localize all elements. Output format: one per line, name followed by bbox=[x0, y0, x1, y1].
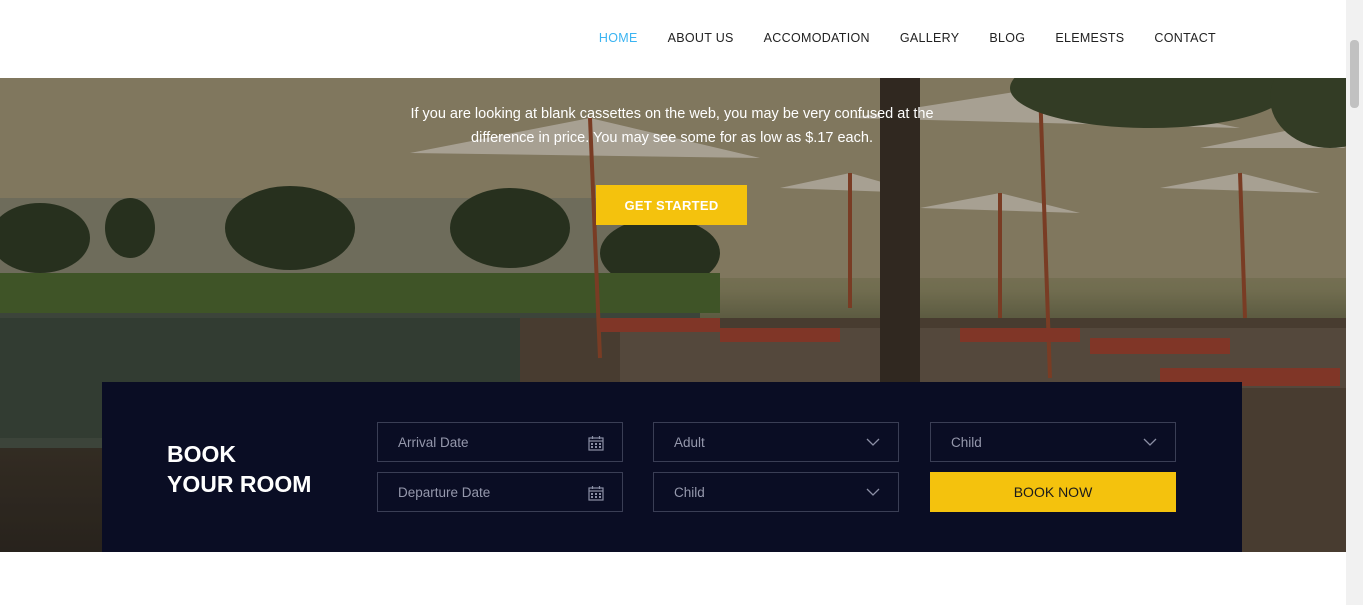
page-content-below bbox=[0, 552, 1346, 605]
hero-description-line-1: If you are looking at blank cassettes on… bbox=[410, 106, 934, 122]
main-nav: HOME ABOUT US ACCOMODATION GALLERY BLOG … bbox=[599, 30, 1216, 46]
child-select-2[interactable]: Child bbox=[653, 472, 899, 512]
child-select-1[interactable]: Child bbox=[930, 422, 1176, 462]
departure-date-field[interactable]: Departure Date bbox=[377, 472, 623, 512]
chevron-down-icon bbox=[1143, 435, 1157, 452]
get-started-button[interactable]: GET STARTED bbox=[596, 185, 747, 225]
chevron-down-icon bbox=[866, 435, 880, 452]
nav-about-us[interactable]: ABOUT US bbox=[668, 30, 734, 46]
scrollbar-thumb[interactable] bbox=[1350, 40, 1359, 108]
adult-select-value: Adult bbox=[674, 434, 705, 450]
booking-title-line-1: BOOK bbox=[167, 441, 236, 467]
booking-panel: BOOK YOUR ROOM Arrival Date Adult Child bbox=[102, 382, 1242, 552]
departure-date-placeholder: Departure Date bbox=[398, 484, 491, 500]
page-scrollbar[interactable] bbox=[1346, 0, 1363, 605]
hero-description-line-2: difference in price. You may see some fo… bbox=[471, 130, 873, 146]
nav-home[interactable]: HOME bbox=[599, 30, 638, 46]
arrival-date-placeholder: Arrival Date bbox=[398, 434, 469, 450]
nav-accomodation[interactable]: ACCOMODATION bbox=[764, 30, 870, 46]
arrival-date-field[interactable]: Arrival Date bbox=[377, 422, 623, 462]
adult-select[interactable]: Adult bbox=[653, 422, 899, 462]
nav-elemests[interactable]: ELEMESTS bbox=[1055, 30, 1124, 46]
book-now-button[interactable]: BOOK NOW bbox=[930, 472, 1176, 512]
calendar-icon bbox=[588, 435, 604, 454]
booking-title-line-2: YOUR ROOM bbox=[167, 471, 312, 497]
nav-gallery[interactable]: GALLERY bbox=[900, 30, 960, 46]
child-select-1-value: Child bbox=[951, 434, 982, 450]
booking-title: BOOK YOUR ROOM bbox=[167, 439, 311, 499]
child-select-2-value: Child bbox=[674, 484, 705, 500]
chevron-down-icon bbox=[866, 485, 880, 502]
nav-blog[interactable]: BLOG bbox=[989, 30, 1025, 46]
calendar-icon bbox=[588, 485, 604, 504]
nav-contact[interactable]: CONTACT bbox=[1154, 30, 1216, 46]
site-header: HOME ABOUT US ACCOMODATION GALLERY BLOG … bbox=[0, 0, 1346, 78]
hero-description: If you are looking at blank cassettes on… bbox=[383, 102, 961, 150]
